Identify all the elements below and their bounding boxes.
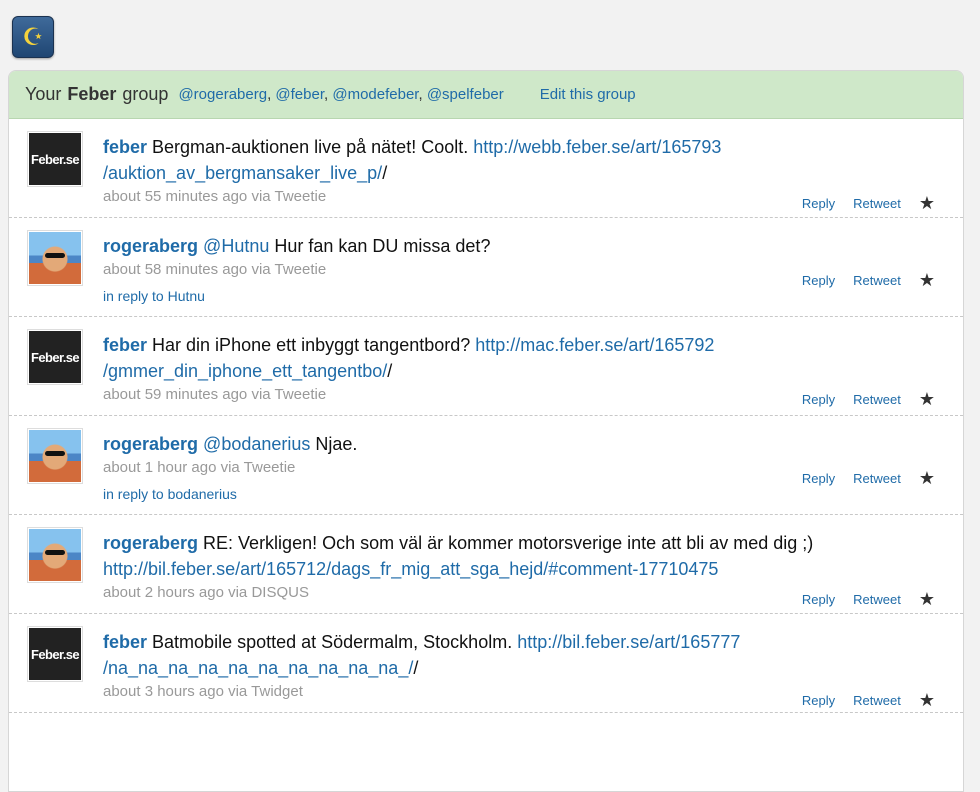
tweet-item: rogeraberg @bodanerius Njae. about 1 hou… bbox=[9, 416, 963, 515]
retweet-button[interactable]: Retweet bbox=[853, 693, 901, 708]
star-icon[interactable]: ★ bbox=[919, 270, 935, 291]
retweet-button[interactable]: Retweet bbox=[853, 273, 901, 288]
username-link[interactable]: rogeraberg bbox=[103, 434, 198, 454]
avatar[interactable]: Feber.se bbox=[27, 131, 83, 187]
avatar[interactable] bbox=[27, 428, 83, 484]
star-icon[interactable]: ★ bbox=[919, 193, 935, 214]
timeline-panel: Your Feber group @rogeraberg, @feber, @m… bbox=[8, 70, 964, 792]
reply-button[interactable]: Reply bbox=[802, 196, 835, 211]
retweet-button[interactable]: Retweet bbox=[853, 592, 901, 607]
header-suffix: group bbox=[122, 84, 169, 104]
tweet-item: Feber.se feber Har din iPhone ett inbygg… bbox=[9, 317, 963, 416]
tweet-actions: Reply Retweet ★ bbox=[802, 690, 935, 711]
star-icon[interactable]: ★ bbox=[919, 589, 935, 610]
reply-button[interactable]: Reply bbox=[802, 392, 835, 407]
member-link[interactable]: @spelfeber bbox=[427, 86, 504, 103]
star-icon[interactable]: ★ bbox=[919, 468, 935, 489]
tweet-link[interactable]: http://bil.feber.se/art/165712/dags_fr_m… bbox=[103, 559, 718, 579]
tweet-text: Bergman-auktionen live på nätet! Coolt. bbox=[152, 137, 474, 157]
retweet-button[interactable]: Retweet bbox=[853, 471, 901, 486]
tweet-text: Har din iPhone ett inbyggt tangentbord? bbox=[152, 335, 476, 355]
edit-group-link[interactable]: Edit this group bbox=[540, 86, 636, 103]
tweet-text: Njae. bbox=[310, 434, 358, 454]
reply-button[interactable]: Reply bbox=[802, 693, 835, 708]
username-link[interactable]: feber bbox=[103, 137, 147, 157]
app-icon[interactable]: ☪ bbox=[12, 16, 54, 58]
username-link[interactable]: rogeraberg bbox=[103, 236, 198, 256]
group-members: @rogeraberg, @feber, @modefeber, @spelfe… bbox=[178, 86, 504, 103]
username-link[interactable]: rogeraberg bbox=[103, 533, 198, 553]
tweet-actions: Reply Retweet ★ bbox=[802, 589, 935, 610]
avatar[interactable]: Feber.se bbox=[27, 626, 83, 682]
tweet-item: rogeraberg RE: Verkligen! Och som väl är… bbox=[9, 515, 963, 614]
retweet-button[interactable]: Retweet bbox=[853, 196, 901, 211]
reply-button[interactable]: Reply bbox=[802, 273, 835, 288]
mention-link[interactable]: @Hutnu bbox=[203, 236, 269, 256]
tweet-text: RE: Verkligen! Och som väl är kommer mot… bbox=[198, 533, 814, 553]
member-link[interactable]: @modefeber bbox=[332, 86, 418, 103]
username-link[interactable]: feber bbox=[103, 335, 147, 355]
tweet-text: Batmobile spotted at Södermalm, Stockhol… bbox=[152, 632, 518, 652]
tweet-text: / bbox=[382, 163, 388, 183]
tweet-item: Feber.se feber Bergman-auktionen live på… bbox=[9, 119, 963, 218]
group-name: Feber bbox=[67, 84, 117, 104]
tweet-text: Hur fan kan DU missa det? bbox=[269, 236, 491, 256]
avatar[interactable] bbox=[27, 527, 83, 583]
star-icon[interactable]: ★ bbox=[919, 389, 935, 410]
tweet-actions: Reply Retweet ★ bbox=[802, 468, 935, 489]
tweet-item: rogeraberg @Hutnu Hur fan kan DU missa d… bbox=[9, 218, 963, 317]
member-link[interactable]: @rogeraberg bbox=[178, 86, 267, 103]
avatar[interactable]: Feber.se bbox=[27, 329, 83, 385]
tweet-actions: Reply Retweet ★ bbox=[802, 270, 935, 291]
avatar[interactable] bbox=[27, 230, 83, 286]
header-prefix: Your bbox=[25, 84, 62, 104]
reply-button[interactable]: Reply bbox=[802, 592, 835, 607]
username-link[interactable]: feber bbox=[103, 632, 147, 652]
group-header: Your Feber group @rogeraberg, @feber, @m… bbox=[9, 71, 963, 119]
tweet-text: / bbox=[387, 361, 393, 381]
tweet-actions: Reply Retweet ★ bbox=[802, 389, 935, 410]
retweet-button[interactable]: Retweet bbox=[853, 392, 901, 407]
tweet-text: / bbox=[413, 658, 419, 678]
tweet-item: Feber.se feber Batmobile spotted at Söde… bbox=[9, 614, 963, 713]
mention-link[interactable]: @bodanerius bbox=[203, 434, 310, 454]
member-link[interactable]: @feber bbox=[275, 86, 324, 103]
tweet-actions: Reply Retweet ★ bbox=[802, 193, 935, 214]
reply-button[interactable]: Reply bbox=[802, 471, 835, 486]
star-icon[interactable]: ★ bbox=[919, 690, 935, 711]
